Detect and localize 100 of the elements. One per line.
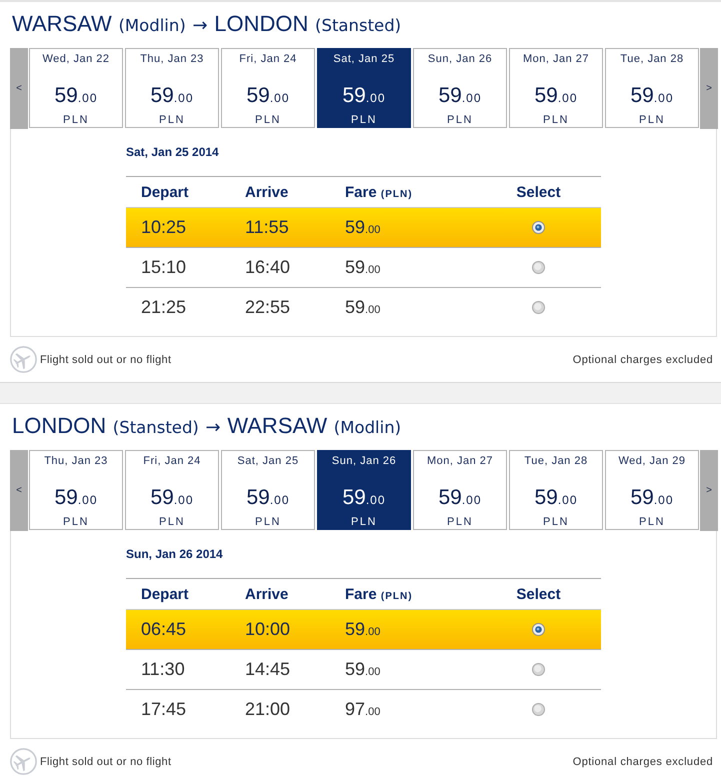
next-dates-button[interactable]: > (700, 48, 718, 129)
fare-price: 59.00 (54, 84, 98, 109)
radio-button[interactable] (532, 623, 545, 636)
date-label: Sun, Jan 26 (332, 454, 396, 468)
fare-price: 59.00 (630, 486, 674, 511)
currency-label: PLN (447, 113, 473, 127)
currency-label: PLN (63, 515, 89, 529)
departure-time: 06:45 (141, 619, 186, 640)
currency-label: PLN (255, 113, 281, 127)
flight-row[interactable]: 06:45 10:00 59.00 (126, 610, 601, 650)
fare-price: 59.00 (150, 84, 194, 109)
date-card[interactable]: Mon, Jan 27 59.00 PLN (509, 48, 603, 128)
date-card[interactable]: Fri, Jan 24 59.00 PLN (125, 450, 219, 530)
currency-label: PLN (639, 113, 665, 127)
fare-price: 59.00 (342, 486, 386, 511)
date-card[interactable]: Thu, Jan 23 59.00 PLN (125, 48, 219, 128)
date-label: Thu, Jan 23 (140, 52, 204, 66)
currency-label: PLN (351, 113, 377, 127)
arrival-time: 21:00 (245, 699, 290, 720)
date-label: Mon, Jan 27 (522, 52, 590, 66)
date-card[interactable]: Fri, Jan 24 59.00 PLN (221, 48, 315, 128)
date-label: Sat, Jan 25 (333, 52, 395, 66)
flight-row[interactable]: 11:30 14:45 59.00 (126, 650, 601, 690)
date-label: Wed, Jan 22 (42, 52, 110, 66)
fare-price: 59.00 (345, 257, 380, 278)
fare-price: 59.00 (438, 84, 482, 109)
currency-label: PLN (639, 515, 665, 529)
column-header: Select (516, 586, 561, 602)
date-label: Mon, Jan 27 (426, 454, 494, 468)
date-label: Sun, Jan 26 (428, 52, 492, 66)
radio-button[interactable] (532, 261, 545, 274)
date-label: Sat, Jan 25 (237, 454, 299, 468)
date-card[interactable]: Sun, Jan 26 59.00 PLN (413, 48, 507, 128)
currency-label: PLN (159, 515, 185, 529)
route-title: WARSAW (Modlin) → LONDON (Stansted) (12, 10, 402, 38)
date-label: Fri, Jan 24 (143, 454, 201, 468)
date-card[interactable]: Thu, Jan 23 59.00 PLN (29, 450, 123, 530)
fare-price: 59.00 (246, 486, 290, 511)
arrival-time: 16:40 (245, 257, 290, 278)
charges-note: Optional charges excluded (572, 354, 713, 366)
radio-button[interactable] (532, 703, 545, 716)
date-card[interactable]: Sat, Jan 25 59.00 PLN (317, 48, 411, 128)
fare-price: 97.00 (345, 699, 380, 720)
fare-price: 59.00 (534, 84, 578, 109)
fare-price: 59.00 (630, 84, 674, 109)
flight-row[interactable]: 10:25 11:55 59.00 (126, 208, 601, 248)
column-header: Arrive (245, 586, 288, 602)
currency-label: PLN (543, 113, 569, 127)
date-card[interactable]: Mon, Jan 27 59.00 PLN (413, 450, 507, 530)
arrival-time: 11:55 (245, 217, 289, 238)
fare-price: 59.00 (342, 84, 386, 109)
selected-date: Sat, Jan 25 2014 (126, 145, 219, 159)
fare-price: 59.00 (534, 486, 578, 511)
flight-row[interactable]: 21:25 22:55 59.00 (126, 288, 601, 327)
previous-dates-button[interactable]: < (10, 450, 28, 531)
charges-note: Optional charges excluded (572, 756, 713, 768)
currency-label: PLN (63, 113, 89, 127)
currency-label: PLN (447, 515, 473, 529)
column-header: Depart (141, 586, 189, 602)
fare-price: 59.00 (345, 297, 380, 318)
column-header: Fare (PLN) (345, 184, 413, 200)
next-dates-button[interactable]: > (700, 450, 718, 531)
date-label: Thu, Jan 23 (44, 454, 108, 468)
date-card[interactable]: Tue, Jan 28 59.00 PLN (509, 450, 603, 530)
plane-icon (10, 748, 37, 775)
departure-time: 15:10 (141, 257, 186, 278)
route-title: LONDON (Stansted) → WARSAW (Modlin) (12, 412, 402, 440)
column-header: Select (516, 184, 561, 200)
fare-price: 59.00 (54, 486, 98, 511)
radio-button[interactable] (532, 301, 545, 314)
departure-time: 11:30 (141, 659, 185, 680)
date-card[interactable]: Wed, Jan 29 59.00 PLN (605, 450, 699, 530)
arrival-time: 22:55 (245, 297, 290, 318)
date-label: Fri, Jan 24 (239, 52, 297, 66)
fare-price: 59.00 (345, 217, 380, 238)
flight-row[interactable]: 17:45 21:00 97.00 (126, 690, 601, 729)
date-card[interactable]: Sat, Jan 25 59.00 PLN (221, 450, 315, 530)
fare-price: 59.00 (345, 659, 380, 680)
date-card[interactable]: Sun, Jan 26 59.00 PLN (317, 450, 411, 530)
plane-icon (10, 346, 37, 373)
flight-row[interactable]: 15:10 16:40 59.00 (126, 248, 601, 288)
column-header: Arrive (245, 184, 288, 200)
fare-price: 59.00 (438, 486, 482, 511)
previous-dates-button[interactable]: < (10, 48, 28, 129)
departure-time: 17:45 (141, 699, 186, 720)
date-label: Tue, Jan 28 (524, 454, 588, 468)
date-card[interactable]: Tue, Jan 28 59.00 PLN (605, 48, 699, 128)
currency-label: PLN (255, 515, 281, 529)
fare-price: 59.00 (246, 84, 290, 109)
selected-date: Sun, Jan 26 2014 (126, 547, 223, 561)
legend-text: Flight sold out or no flight (40, 756, 172, 768)
date-label: Tue, Jan 28 (620, 52, 684, 66)
column-header: Depart (141, 184, 189, 200)
radio-button[interactable] (532, 221, 545, 234)
column-header: Fare (PLN) (345, 586, 413, 602)
radio-button[interactable] (532, 663, 545, 676)
date-card[interactable]: Wed, Jan 22 59.00 PLN (29, 48, 123, 128)
fare-price: 59.00 (150, 486, 194, 511)
fare-price: 59.00 (345, 619, 380, 640)
currency-label: PLN (159, 113, 185, 127)
